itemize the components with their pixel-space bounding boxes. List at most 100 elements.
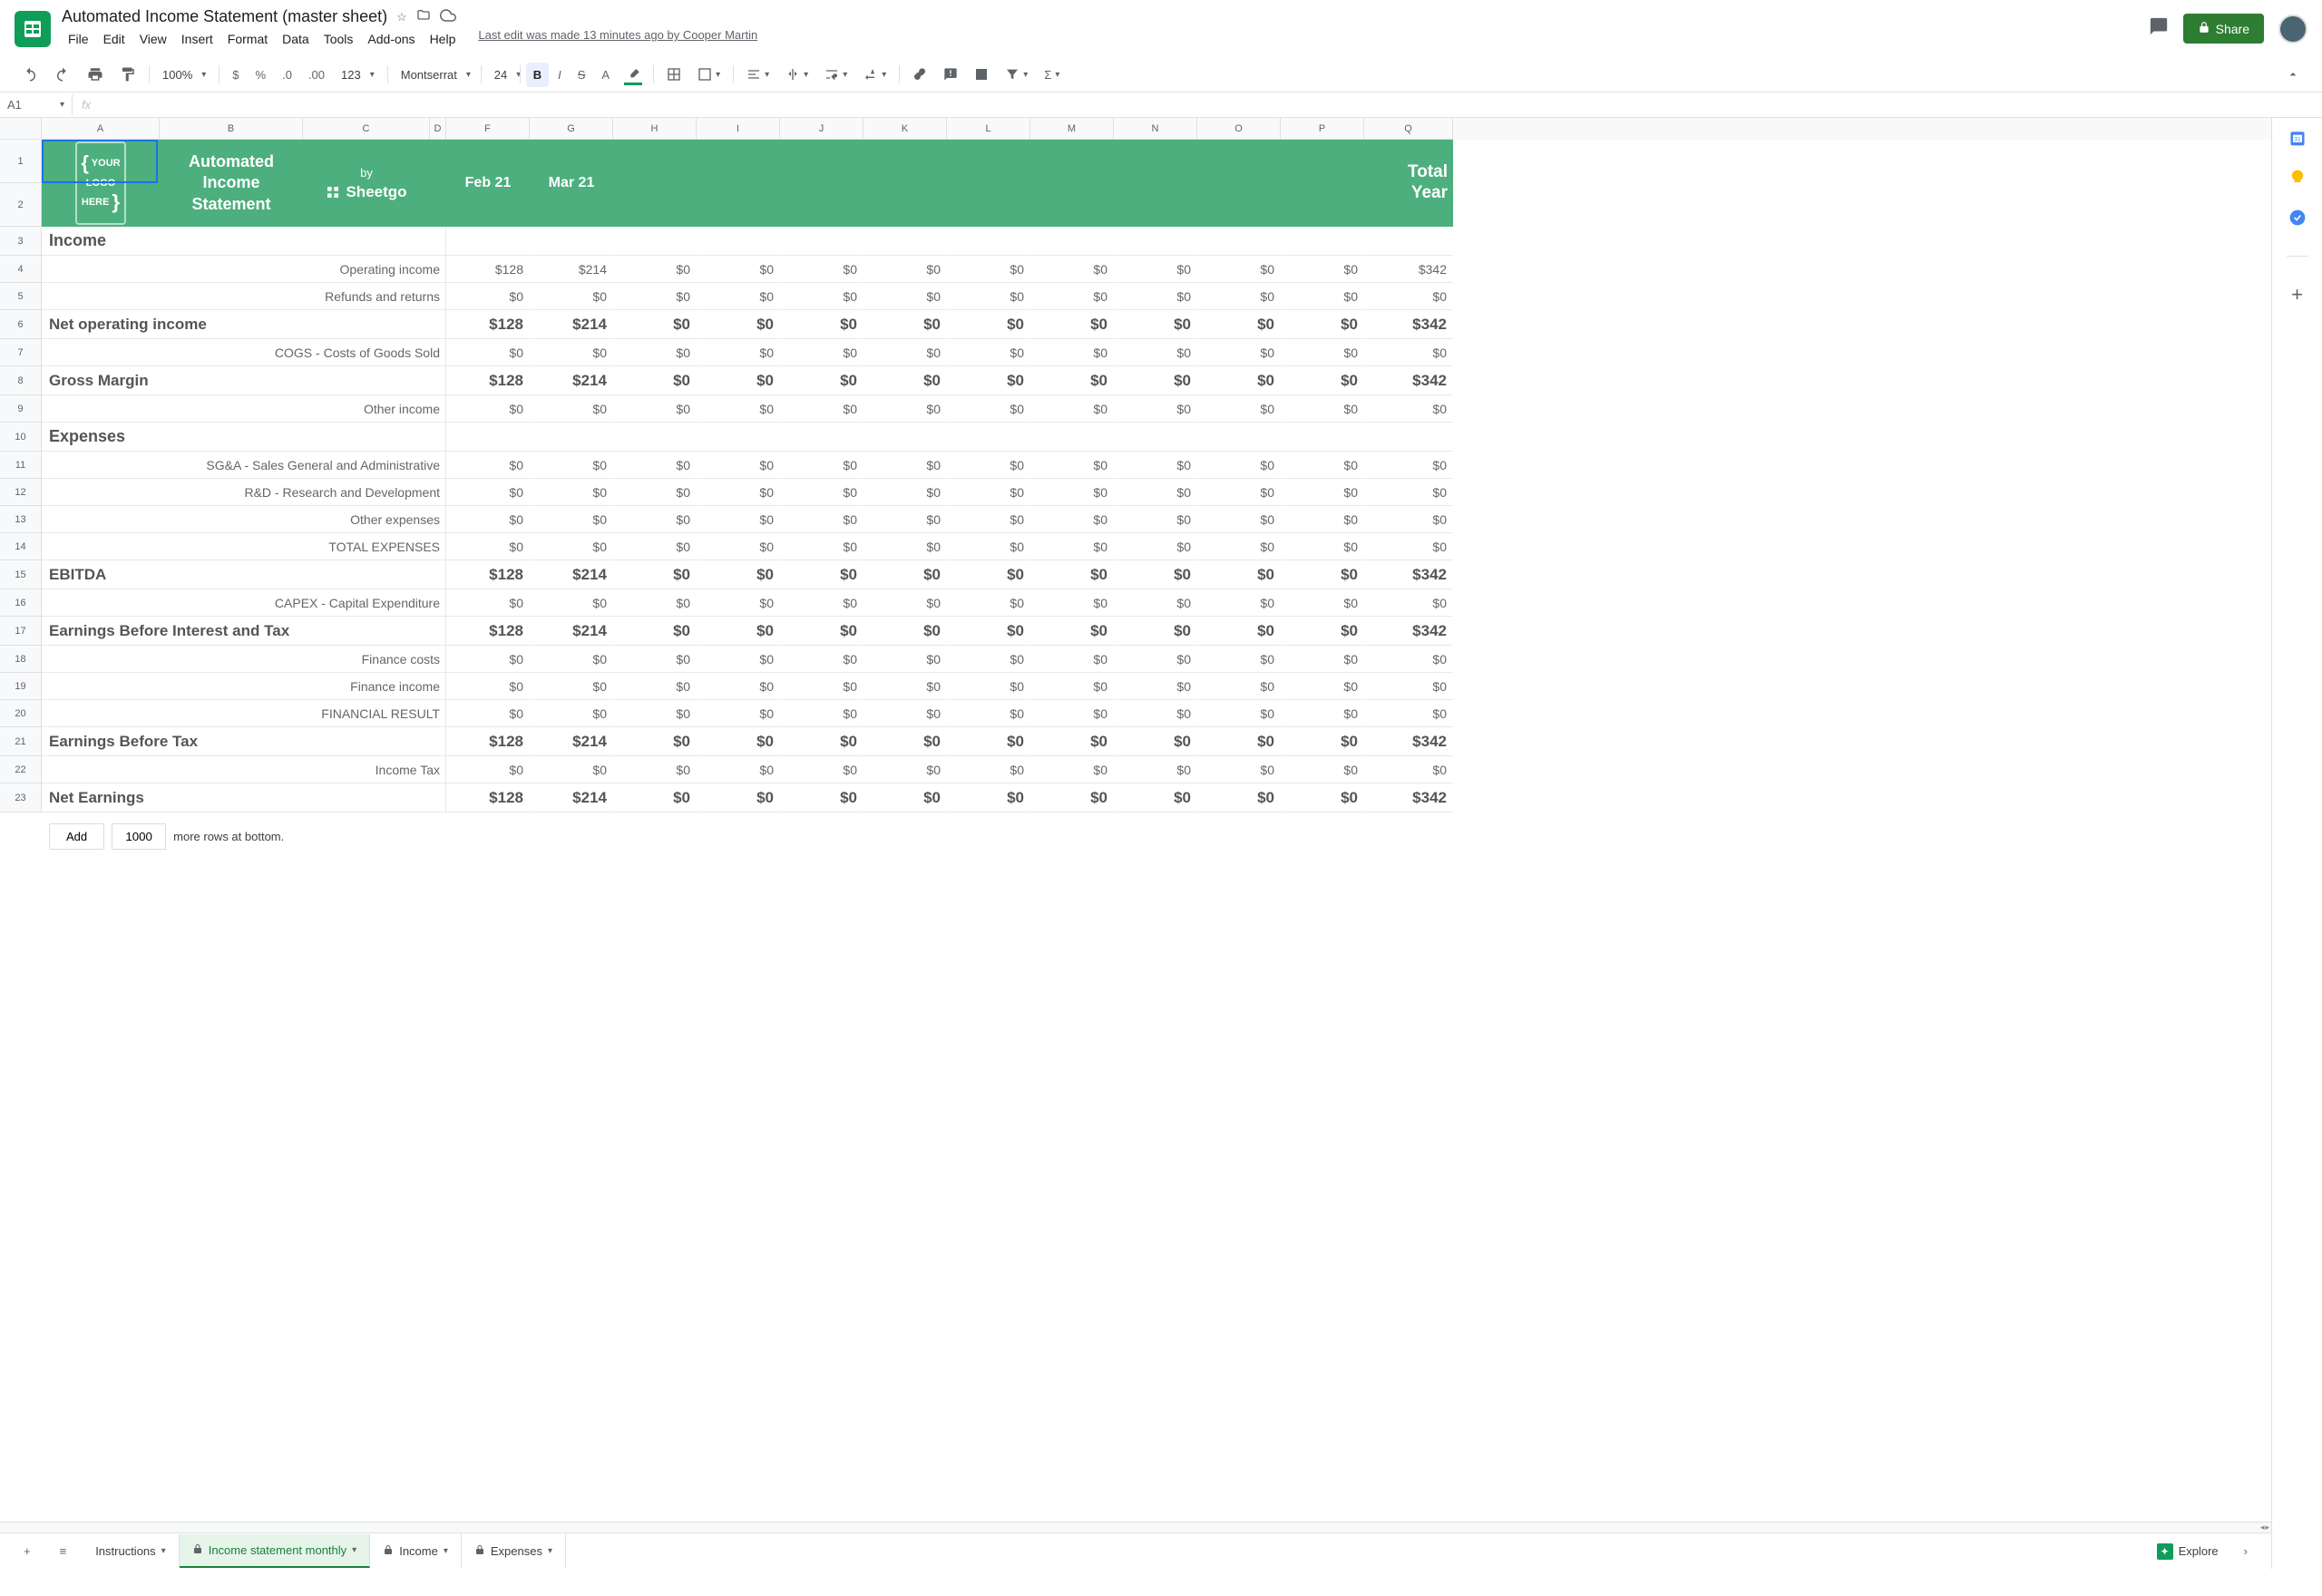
data-cell[interactable]: $0 [530,339,613,366]
row-header[interactable]: 23 [0,783,42,813]
data-cell[interactable]: $0 [1030,366,1114,395]
data-cell[interactable]: $0 [863,339,947,366]
row-header[interactable]: 4 [0,256,42,283]
move-folder-icon[interactable] [416,8,431,25]
row-label[interactable]: Income Tax [42,756,446,783]
borders-icon[interactable] [659,62,688,87]
data-cell[interactable]: $0 [1114,727,1197,756]
data-cell[interactable]: $0 [947,479,1030,506]
row-label[interactable]: Other expenses [42,506,446,533]
horizontal-scroll-indicator[interactable]: ◂▸ [0,1522,2271,1533]
data-cell[interactable]: $0 [947,283,1030,310]
data-cell[interactable]: $0 [1364,452,1453,479]
number-format-select[interactable]: 123 [334,64,382,85]
data-cell[interactable]: $0 [1030,700,1114,727]
data-cell[interactable]: $0 [1197,452,1281,479]
functions-icon[interactable]: Σ [1037,63,1067,87]
data-cell[interactable]: $128 [446,617,530,646]
data-cell[interactable]: $0 [446,646,530,673]
data-cell[interactable]: $0 [1114,310,1197,339]
column-header-K[interactable]: K [863,118,947,140]
data-cell[interactable]: $0 [780,366,863,395]
column-header-D[interactable]: D [430,118,446,140]
data-cell[interactable]: $0 [780,506,863,533]
data-cell[interactable]: $0 [1197,339,1281,366]
next-sheets-icon[interactable]: › [2231,1535,2260,1567]
tasks-addon-icon[interactable] [2288,209,2307,227]
data-cell[interactable]: $0 [1197,283,1281,310]
data-cell[interactable]: $0 [530,700,613,727]
data-cell[interactable]: $0 [863,533,947,560]
data-cell[interactable]: $0 [780,589,863,617]
data-cell[interactable]: $0 [446,479,530,506]
horizontal-align-icon[interactable] [739,62,776,87]
data-cell[interactable]: $0 [1197,310,1281,339]
data-cell[interactable]: $0 [1114,339,1197,366]
column-header-O[interactable]: O [1197,118,1281,140]
increase-decimal-icon[interactable]: .00 [301,63,332,87]
row-header[interactable]: 7 [0,339,42,366]
text-rotation-icon[interactable] [856,62,893,87]
data-cell[interactable]: $0 [1281,756,1364,783]
row-label[interactable]: Finance costs [42,646,446,673]
data-cell[interactable]: $0 [1197,783,1281,813]
row-label[interactable]: Net Earnings [42,783,446,813]
data-cell[interactable]: $0 [863,395,947,423]
data-cell[interactable]: $0 [1030,646,1114,673]
calendar-addon-icon[interactable]: 31 [2288,129,2307,147]
data-cell[interactable]: $128 [446,366,530,395]
data-cell[interactable]: $0 [780,395,863,423]
data-cell[interactable]: $0 [863,452,947,479]
column-header-C[interactable]: C [303,118,430,140]
data-cell[interactable]: $0 [1197,506,1281,533]
menu-file[interactable]: File [62,28,95,50]
data-cell[interactable]: $0 [1030,506,1114,533]
data-cell[interactable]: $0 [530,589,613,617]
last-edit-link[interactable]: Last edit was made 13 minutes ago by Coo… [478,28,757,50]
data-cell[interactable]: $0 [947,506,1030,533]
row-header[interactable]: 13 [0,506,42,533]
data-cell[interactable]: $0 [947,673,1030,700]
data-cell[interactable]: $0 [1114,756,1197,783]
data-cell[interactable]: $0 [697,339,780,366]
row-label[interactable]: Income [42,227,446,256]
vertical-align-icon[interactable] [778,62,815,87]
data-cell[interactable]: $0 [863,673,947,700]
data-cell[interactable] [613,423,697,452]
data-cell[interactable]: $0 [1364,533,1453,560]
data-cell[interactable] [1197,227,1281,256]
add-addon-icon[interactable]: + [2288,286,2307,304]
font-size-select[interactable]: 24 [487,64,514,85]
data-cell[interactable]: $0 [1197,479,1281,506]
data-cell[interactable] [1197,423,1281,452]
data-cell[interactable]: $0 [1030,589,1114,617]
column-header-I[interactable]: I [697,118,780,140]
row-header[interactable]: 17 [0,617,42,646]
bold-button[interactable]: B [526,63,549,87]
data-cell[interactable]: $0 [446,506,530,533]
column-header-A[interactable]: A [42,118,160,140]
data-cell[interactable]: $0 [1114,646,1197,673]
data-cell[interactable]: $0 [446,673,530,700]
data-cell[interactable]: $0 [613,617,697,646]
data-cell[interactable]: $0 [1364,673,1453,700]
data-cell[interactable]: $0 [1281,283,1364,310]
row-header[interactable]: 3 [0,227,42,256]
data-cell[interactable]: $0 [863,310,947,339]
data-cell[interactable]: $0 [613,256,697,283]
insert-comment-icon[interactable] [936,62,965,87]
data-cell[interactable]: $0 [1030,339,1114,366]
data-cell[interactable]: $0 [780,646,863,673]
data-cell[interactable]: $0 [446,339,530,366]
tab-dropdown-icon[interactable]: ▾ [161,1546,166,1556]
row-header[interactable]: 14 [0,533,42,560]
data-cell[interactable]: $0 [1030,533,1114,560]
data-cell[interactable]: $0 [1281,452,1364,479]
data-cell[interactable]: $128 [446,256,530,283]
data-cell[interactable]: $0 [530,395,613,423]
sheet-tab[interactable]: Expenses▾ [462,1534,566,1568]
column-header-Q[interactable]: Q [1364,118,1453,140]
data-cell[interactable]: $0 [613,560,697,589]
data-cell[interactable]: $0 [613,479,697,506]
cloud-status-icon[interactable] [440,7,456,26]
